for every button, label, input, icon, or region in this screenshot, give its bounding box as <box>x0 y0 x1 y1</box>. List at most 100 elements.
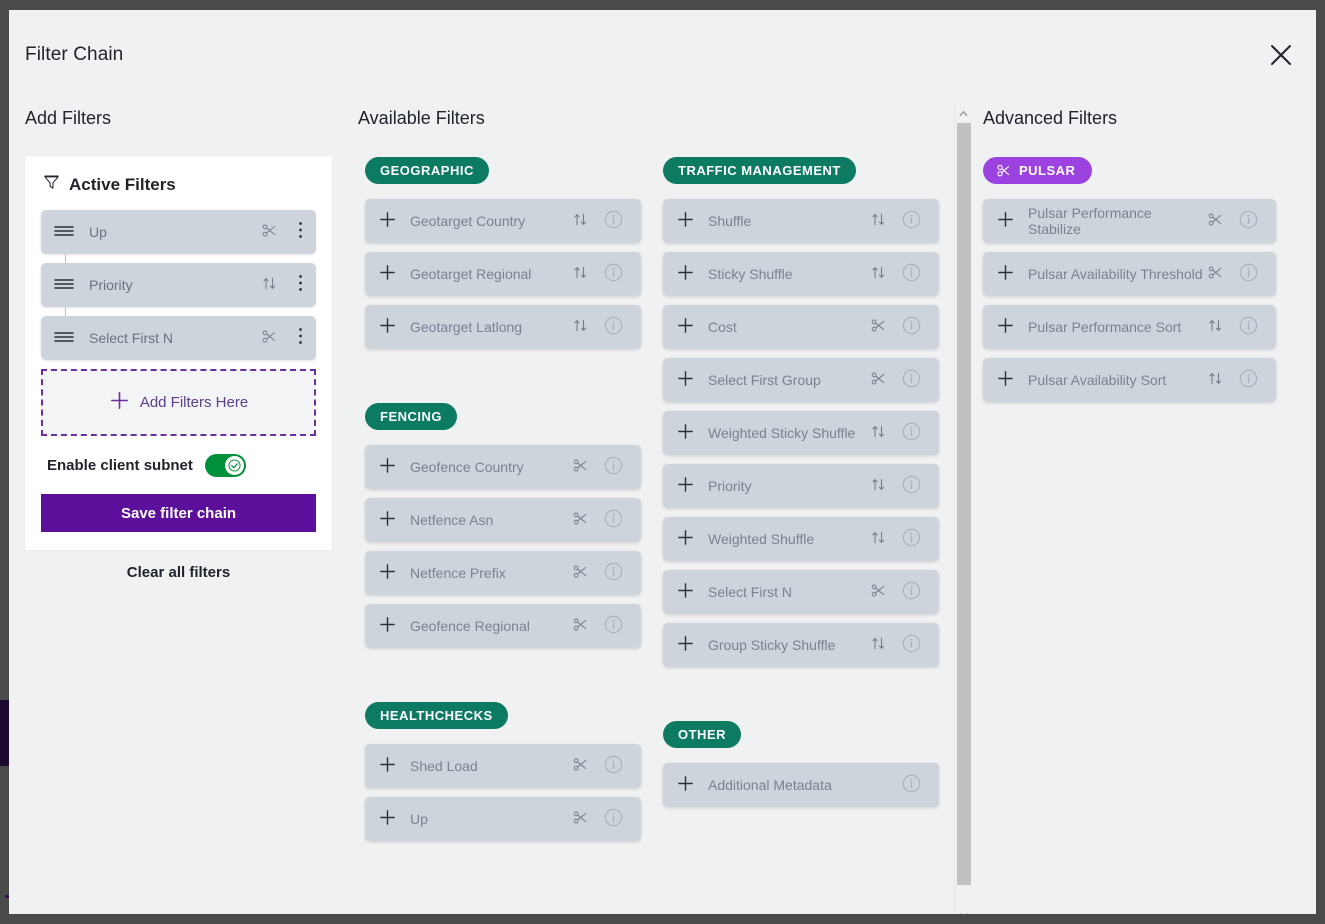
filter-pill-label: Netfence Prefix <box>410 565 506 581</box>
info-icon[interactable] <box>604 263 623 286</box>
info-icon[interactable] <box>902 263 921 286</box>
enable-client-subnet-toggle[interactable] <box>204 454 246 477</box>
add-filter-plus-icon[interactable] <box>677 423 694 444</box>
filter-pill[interactable]: Geotarget Country <box>365 199 641 243</box>
add-filter-plus-icon[interactable] <box>997 370 1014 391</box>
kebab-menu-icon[interactable] <box>298 221 303 243</box>
info-icon[interactable] <box>604 615 623 638</box>
info-icon[interactable] <box>604 210 623 233</box>
info-icon[interactable] <box>1239 316 1258 339</box>
add-filter-plus-icon[interactable] <box>379 211 396 232</box>
filter-group-badge-label: PULSAR <box>1019 163 1076 178</box>
kebab-menu-icon[interactable] <box>298 274 303 296</box>
info-icon[interactable] <box>1239 210 1258 233</box>
filter-pill[interactable]: Weighted Sticky Shuffle <box>663 411 939 455</box>
add-filter-plus-icon[interactable] <box>677 529 694 550</box>
info-icon[interactable] <box>604 316 623 339</box>
filter-pill[interactable]: Weighted Shuffle <box>663 517 939 561</box>
filter-pill[interactable]: Group Sticky Shuffle <box>663 623 939 667</box>
filter-pill[interactable]: Geotarget Regional <box>365 252 641 296</box>
available-filters-scrollbar[interactable] <box>954 105 971 914</box>
info-icon[interactable] <box>604 755 623 778</box>
info-icon[interactable] <box>604 509 623 532</box>
active-filter-row[interactable]: Select First N <box>41 316 316 360</box>
active-filter-row[interactable]: Up <box>41 210 316 254</box>
add-filter-plus-icon[interactable] <box>677 211 694 232</box>
add-filters-dropzone[interactable]: Add Filters Here <box>41 369 316 436</box>
clear-all-filters-button[interactable]: Clear all filters <box>25 564 332 581</box>
add-filter-plus-icon[interactable] <box>379 756 396 777</box>
add-filter-plus-icon[interactable] <box>379 457 396 478</box>
filter-pill[interactable]: Additional Metadata <box>663 763 939 807</box>
filter-pill-label: Cost <box>708 319 737 335</box>
info-icon[interactable] <box>902 528 921 551</box>
info-icon[interactable] <box>1239 369 1258 392</box>
scroll-up-icon[interactable] <box>955 105 972 121</box>
filter-pill[interactable]: Sticky Shuffle <box>663 252 939 296</box>
add-filter-plus-icon[interactable] <box>677 317 694 338</box>
add-filter-plus-icon[interactable] <box>379 510 396 531</box>
info-icon[interactable] <box>902 475 921 498</box>
info-icon[interactable] <box>902 581 921 604</box>
add-filter-plus-icon[interactable] <box>997 264 1014 285</box>
filter-pill[interactable]: Select First Group <box>663 358 939 402</box>
info-icon[interactable] <box>902 210 921 233</box>
filter-pill[interactable]: Pulsar Performance Sort <box>983 305 1276 349</box>
filter-pill[interactable]: Priority <box>663 464 939 508</box>
filter-pill-label: Shuffle <box>708 213 752 229</box>
add-filter-plus-icon[interactable] <box>677 264 694 285</box>
drag-handle-icon[interactable] <box>54 276 74 295</box>
add-filter-plus-icon[interactable] <box>677 582 694 603</box>
toggle-knob <box>224 456 244 475</box>
add-filter-plus-icon[interactable] <box>997 317 1014 338</box>
filter-group-badge-label: GEOGRAPHIC <box>380 163 474 178</box>
filter-pill[interactable]: Pulsar Availability Sort <box>983 358 1276 402</box>
add-filter-plus-icon[interactable] <box>379 264 396 285</box>
filter-pill-label: Select First N <box>708 584 793 600</box>
filter-pill[interactable]: Shuffle <box>663 199 939 243</box>
add-filter-plus-icon[interactable] <box>677 476 694 497</box>
drag-handle-icon[interactable] <box>54 223 74 242</box>
info-icon[interactable] <box>902 634 921 657</box>
info-icon[interactable] <box>604 456 623 479</box>
filter-pill[interactable]: Netfence Asn <box>365 498 641 542</box>
info-icon[interactable] <box>902 369 921 392</box>
filter-pill[interactable]: Select First N <box>663 570 939 614</box>
info-icon[interactable] <box>604 808 623 831</box>
filter-pill[interactable]: Netfence Prefix <box>365 551 641 595</box>
add-filter-plus-icon[interactable] <box>379 317 396 338</box>
info-icon[interactable] <box>902 422 921 445</box>
funnel-icon <box>43 174 60 196</box>
scissors-icon <box>871 371 886 390</box>
sort-icon <box>1208 371 1223 390</box>
close-icon[interactable] <box>1260 34 1302 76</box>
filter-pill[interactable]: Pulsar Performance Stabilize <box>983 199 1276 243</box>
filter-pill[interactable]: Geofence Country <box>365 445 641 489</box>
add-filter-plus-icon[interactable] <box>379 616 396 637</box>
kebab-menu-icon[interactable] <box>298 327 303 349</box>
info-icon[interactable] <box>1239 263 1258 286</box>
scissors-icon <box>573 511 588 530</box>
add-filter-plus-icon[interactable] <box>379 563 396 584</box>
scroll-down-icon[interactable] <box>955 907 972 914</box>
filter-pill[interactable]: Cost <box>663 305 939 349</box>
filter-pill[interactable]: Pulsar Availability Threshold <box>983 252 1276 296</box>
add-filter-plus-icon[interactable] <box>677 635 694 656</box>
add-filter-plus-icon[interactable] <box>997 211 1014 232</box>
add-filter-plus-icon[interactable] <box>379 809 396 830</box>
scissors-icon <box>871 318 886 337</box>
add-filter-plus-icon[interactable] <box>677 775 694 796</box>
available-filters-heading: Available Filters <box>358 108 485 128</box>
filter-pill[interactable]: Geotarget Latlong <box>365 305 641 349</box>
info-icon[interactable] <box>902 316 921 339</box>
drag-handle-icon[interactable] <box>54 329 74 348</box>
scrollbar-thumb[interactable] <box>957 123 971 885</box>
active-filter-row[interactable]: Priority <box>41 263 316 307</box>
info-icon[interactable] <box>604 562 623 585</box>
filter-pill[interactable]: Shed Load <box>365 744 641 788</box>
add-filter-plus-icon[interactable] <box>677 370 694 391</box>
filter-pill[interactable]: Geofence Regional <box>365 604 641 648</box>
filter-pill[interactable]: Up <box>365 797 641 841</box>
save-filter-chain-button[interactable]: Save filter chain <box>41 494 316 532</box>
info-icon[interactable] <box>902 774 921 797</box>
